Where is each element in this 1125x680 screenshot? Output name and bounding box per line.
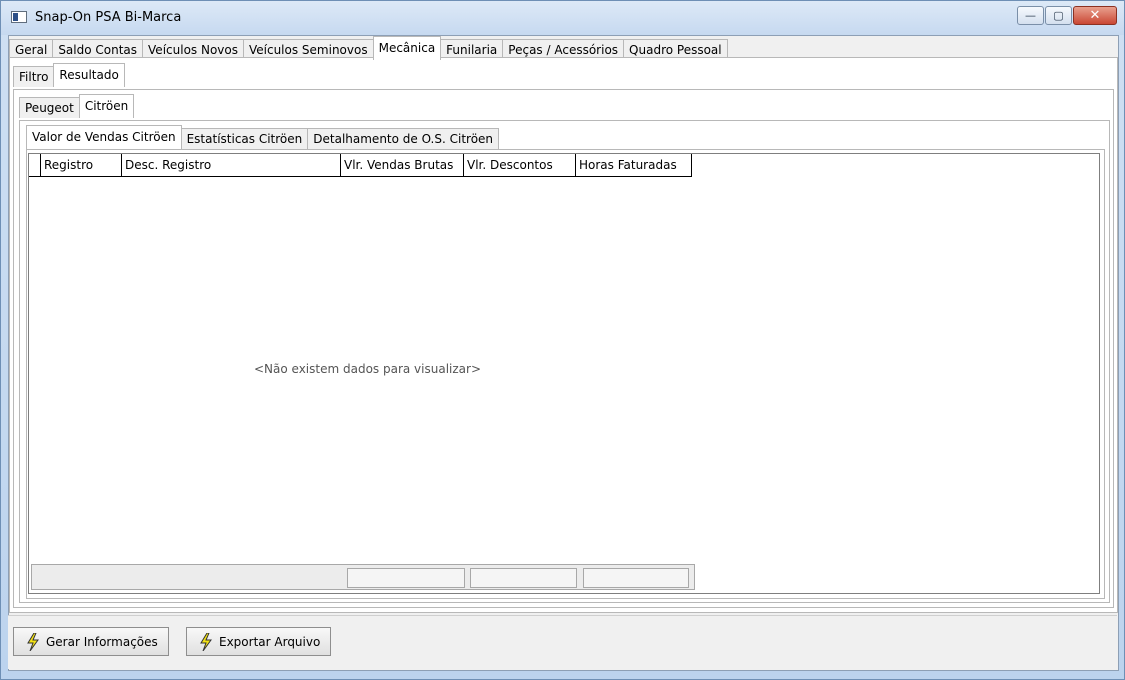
column-header-desc-registro[interactable]: Desc. Registro [122, 154, 341, 177]
tab-peugeot[interactable]: Peugeot [19, 97, 80, 118]
title-bar[interactable]: Snap-On PSA Bi-Marca — ▢ ✕ [1, 1, 1124, 35]
tab-estatisticas-citroen[interactable]: Estatísticas Citröen [180, 128, 309, 149]
footer-cell-horas-faturadas [583, 568, 689, 588]
tab-filtro[interactable]: Filtro [13, 66, 55, 87]
minimize-icon: — [1025, 9, 1036, 22]
app-icon [11, 11, 27, 23]
column-header-vlr-descontos[interactable]: Vlr. Descontos [464, 154, 576, 177]
footer-cell-vendas-brutas [347, 568, 465, 588]
export-file-label: Exportar Arquivo [219, 634, 321, 649]
tab-citroen[interactable]: Citröen [78, 94, 135, 118]
lightning-icon [27, 632, 39, 651]
column-header-horas-faturadas[interactable]: Horas Faturadas [576, 154, 692, 177]
maximize-icon: ▢ [1053, 9, 1064, 22]
row-indicator-header [29, 154, 41, 177]
tab-detalhamento-os-citroen[interactable]: Detalhamento de O.S. Citröen [307, 128, 500, 149]
brand-tabs: Peugeot Citröen [19, 94, 135, 118]
app-window: Snap-On PSA Bi-Marca — ▢ ✕ Geral Saldo C… [0, 0, 1125, 680]
export-file-button[interactable]: Exportar Arquivo [186, 627, 332, 656]
close-icon: ✕ [1089, 8, 1101, 23]
window-title: Snap-On PSA Bi-Marca [35, 10, 182, 25]
minimize-button[interactable]: — [1017, 6, 1044, 25]
tab-mecanica[interactable]: Mecânica [372, 36, 442, 60]
empty-grid-message: <Não existem dados para visualizar> [253, 362, 481, 376]
action-bar: Gerar Informações Exportar Arquivo [8, 615, 1117, 669]
close-button[interactable]: ✕ [1073, 6, 1117, 25]
generate-info-label: Gerar Informações [46, 634, 158, 649]
column-header-vlr-vendas-brutas[interactable]: Vlr. Vendas Brutas [341, 154, 464, 177]
data-grid[interactable]: Registro Desc. Registro Vlr. Vendas Brut… [28, 153, 1100, 594]
grid-summary-footer [31, 564, 695, 590]
column-header-registro[interactable]: Registro [41, 154, 122, 177]
maximize-button[interactable]: ▢ [1045, 6, 1072, 25]
sub-tabs: Filtro Resultado [13, 63, 125, 87]
footer-cell-descontos [470, 568, 577, 588]
report-tabs: Valor de Vendas Citröen Estatísticas Cit… [26, 125, 500, 149]
grid-header: Registro Desc. Registro Vlr. Vendas Brut… [29, 154, 692, 177]
lightning-icon [200, 632, 212, 651]
tab-resultado[interactable]: Resultado [53, 63, 125, 87]
generate-info-button[interactable]: Gerar Informações [13, 627, 169, 656]
tab-valor-vendas-citroen[interactable]: Valor de Vendas Citröen [26, 125, 182, 149]
